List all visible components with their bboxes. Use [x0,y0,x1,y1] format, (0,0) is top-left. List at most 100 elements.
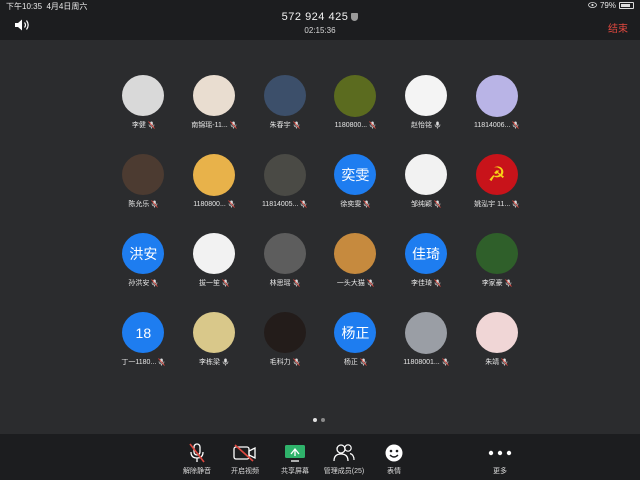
participant-name: 杨正 [343,359,358,366]
meeting-duration: 02:15:36 [304,26,336,35]
participant-name-line: 一头大猫 [337,278,374,288]
participant-name: 陈允乐 [128,201,150,208]
participant-name-line: 11814006... [473,121,520,129]
participant-avatar [405,312,448,354]
mic-muted-icon [363,200,371,208]
participant-name-line: 李佳琦 [411,278,441,288]
participant-name-line: 李健 [132,120,155,130]
mic-muted-icon [151,200,159,208]
participant-grid: 李健 南锦瑶-11... 朱春宇 1180800... 赵怡铭 11814006... 陈允… [108,75,532,391]
participant-name-line: 李家豪 [482,278,512,288]
participant-avatar [122,75,165,116]
more-dots-icon [470,442,530,464]
participant-avatar [263,312,306,353]
participant-avatar [334,75,377,117]
participant-avatar [193,233,235,274]
mic-muted-icon [434,200,441,208]
battery-icon [619,2,634,9]
participant-name-line: 11808001... [403,358,449,366]
mic-muted-icon [300,200,308,208]
participant-row: 李健 南锦瑶-11... 朱春宇 1180800... 赵怡铭 11814006... [108,75,532,130]
participant-avatar: ☭ [475,154,518,195]
shield-icon [351,13,359,22]
top-bar: 下午10:35 4月4日周六 79% 572 924 425 02:15:36 … [0,0,640,40]
emoji-button[interactable]: 表情 [364,442,424,476]
mic-muted-icon [512,200,520,208]
participant-tile[interactable]: 1180800... [320,75,391,130]
participant-tile[interactable]: 洪安 孙洪安 [108,233,179,288]
emoji-label: 表情 [387,468,401,475]
participant-tile[interactable]: 1180800... [179,154,250,209]
participant-name: 朱靖 [485,359,500,366]
mic-muted-icon [360,358,367,366]
participant-row: 18 丁一1180... 李栋梁毛科力 杨正 杨正 11808001... 朱靖 [108,312,532,367]
participant-name: 李健 [131,122,146,129]
participant-tile[interactable]: 一头大猫 [320,233,391,288]
mic-muted-icon [147,121,155,129]
participant-avatar [193,312,235,353]
participant-avatar: 18 [122,312,165,353]
participant-tile[interactable]: 奕雯徐奕雯 [320,154,391,209]
participant-tile[interactable]: 杨正 杨正 [320,312,391,367]
participant-tile[interactable]: 朱靖 [461,312,532,367]
participant-name-line: 孙洪安 [128,278,159,288]
status-indicators: 79% [588,1,634,10]
participant-name: 拔一笙 [199,280,220,287]
participant-tile[interactable]: 赵怡铭 [391,75,462,130]
participant-name: 赵怡铭 [411,122,433,129]
participant-name: 李佳琦 [411,280,433,287]
participant-avatar [475,312,518,353]
page-dot-1[interactable] [313,418,317,422]
participant-name: 11814006... [473,121,511,129]
participant-avatar: 奕雯 [334,154,377,195]
more-label: 更多 [493,468,507,475]
participant-tile[interactable]: 11814006... [461,75,532,130]
mic-muted-icon [229,121,237,129]
meeting-id[interactable]: 572 924 425 [0,11,640,23]
participant-tile[interactable]: 陈允乐 [108,154,179,209]
participant-avatar [475,75,518,117]
participant-name: 徐奕雯 [340,201,362,208]
participant-tile[interactable]: 拔一笙 [179,233,250,288]
participant-tile[interactable]: 11814005... [249,154,320,209]
participant-avatar [122,154,165,195]
end-meeting-button[interactable]: 结束 [608,20,628,35]
participant-tile[interactable]: 林思瑶 [249,233,320,288]
participant-name: 孙洪安 [128,280,150,287]
participant-name-line: 1180800... [335,121,377,129]
participant-tile[interactable]: 毛科力 [249,312,320,367]
mic-muted-icon [369,121,376,129]
participant-name-line: 拔一笙 [199,278,229,288]
page-dot-2[interactable] [321,418,325,422]
participant-name-line: 丁一1180... [121,357,166,367]
participant-name-line: 朱春宇 [270,120,300,130]
participant-tile[interactable]: 18 丁一1180... [108,312,179,367]
participant-avatar [334,233,377,274]
participant-tile[interactable]: 李栋梁 [179,312,250,367]
participant-tile[interactable]: 李健 [108,75,179,130]
mic-icon [434,121,441,129]
participant-name-line: 杨正 [344,357,367,367]
participant-avatar [263,75,306,116]
page-indicator [313,418,325,422]
mic-muted-icon [292,279,300,287]
participant-tile[interactable]: 邹纯颖 [391,154,462,209]
participant-name-line: 赵怡铭 [411,120,441,130]
participant-name: 11808001... [403,358,440,366]
participant-name: 李家豪 [481,280,503,287]
mic-muted-icon [504,279,512,287]
participant-name: 毛科力 [269,359,291,366]
participant-avatar [193,154,235,196]
participant-name: 姚泓宇 11... [474,201,511,208]
more-button[interactable]: 更多 [470,442,530,476]
participant-tile[interactable]: 南锦瑶-11... [179,75,250,130]
participant-tile[interactable]: 李家豪 [461,233,532,288]
mic-muted-icon [434,279,441,287]
participant-tile[interactable]: 佳琦 李佳琦 [391,233,462,288]
participant-tile[interactable]: 朱春宇 [249,75,320,130]
participant-name-line: 姚泓宇 11... [474,199,520,209]
participant-name: 朱春宇 [269,122,291,129]
participant-tile[interactable]: 11808001... [391,312,462,367]
participant-tile[interactable]: ☭ 姚泓宇 11... [461,154,532,209]
participant-name: 丁一1180... [121,359,157,366]
